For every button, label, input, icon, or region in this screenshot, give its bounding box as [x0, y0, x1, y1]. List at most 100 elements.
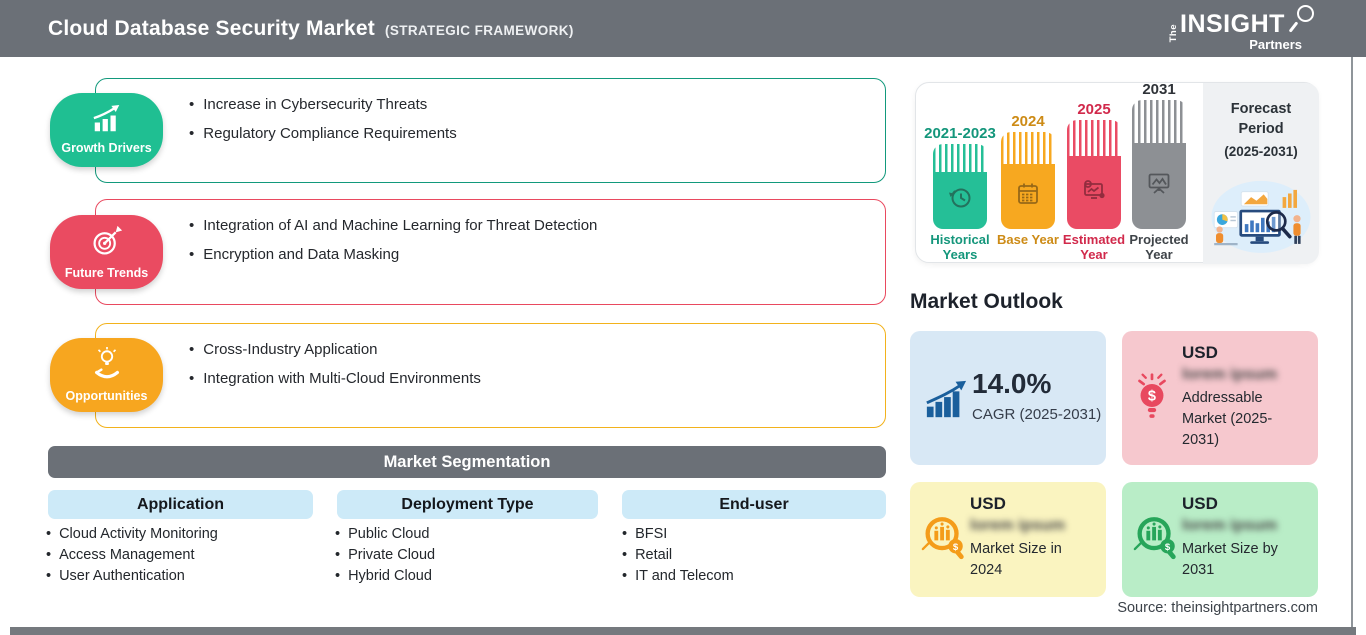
- growth-chart-icon: [89, 105, 125, 138]
- bar-stripe: [1132, 100, 1186, 143]
- magnifier-icon: [1297, 5, 1314, 22]
- infographic-page: Cloud Database Security Market (STRATEGI…: [0, 0, 1366, 635]
- deployment-type-list: Public Cloud Private Cloud Hybrid Cloud: [335, 524, 435, 587]
- segment-chip-end-user: End-user: [622, 490, 886, 519]
- header-title-wrap: Cloud Database Security Market (STRATEGI…: [48, 17, 574, 41]
- list-item: Access Management: [46, 545, 218, 566]
- list-item: Integration with Multi-Cloud Environment…: [189, 370, 481, 388]
- list-item: Retail: [622, 545, 734, 566]
- calendar-icon: [1015, 181, 1041, 212]
- list-item: Integration of AI and Machine Learning f…: [189, 217, 597, 235]
- target-icon: [90, 225, 123, 263]
- brand-logo: The INSIGHT Partners: [1168, 5, 1314, 52]
- chip-label: End-user: [719, 495, 789, 513]
- bar-stripe: [933, 144, 987, 173]
- svg-text:$: $: [1165, 542, 1171, 553]
- card-text: USD lorem ipsum Market Size by 2031: [1182, 494, 1308, 581]
- badge-label: Opportunities: [65, 389, 148, 403]
- list-item: Hybrid Cloud: [335, 566, 435, 587]
- market-size-2031-card: $ USD lorem ipsum Market Size by 2031: [1122, 482, 1318, 597]
- end-user-list: BFSI Retail IT and Telecom: [622, 524, 734, 587]
- cagr-card: 14.0% CAGR (2025-2031): [910, 331, 1106, 465]
- timeline-bar-label: Historical Years: [930, 232, 990, 262]
- bulb-hand-icon: [90, 347, 124, 386]
- timeline-bar-label: Projected Year: [1129, 232, 1189, 262]
- page-title: Cloud Database Security Market: [48, 16, 375, 40]
- base-year-bar: [1001, 132, 1055, 229]
- list-item: Increase in Cybersecurity Threats: [189, 96, 457, 114]
- source-attribution: Source: theinsightpartners.com: [1117, 600, 1318, 616]
- market-segmentation-bar: Market Segmentation: [48, 446, 886, 478]
- currency-label: USD: [1182, 343, 1218, 362]
- bar-stripe: [1067, 120, 1121, 156]
- future-trends-badge: Future Trends: [50, 215, 163, 289]
- card-label: Addressable Market (2025-2031): [1182, 390, 1273, 449]
- opportunities-badge: Opportunities: [50, 338, 163, 412]
- analytics-illustration: [1207, 177, 1315, 260]
- list-item: Encryption and Data Masking: [189, 246, 597, 264]
- bar-body: [1132, 142, 1186, 229]
- segmentation-title: Market Segmentation: [383, 452, 551, 471]
- card-text: USD lorem ipsum Addressable Market (2025…: [1182, 343, 1308, 451]
- growth-bars-icon: [924, 379, 968, 424]
- badge-label: Growth Drivers: [61, 141, 152, 155]
- right-border-line: [1351, 57, 1353, 629]
- magnifier-chart-icon-green: $: [1131, 512, 1181, 567]
- card-label: Market Size in 2024: [970, 541, 1062, 579]
- list-item: Cloud Activity Monitoring: [46, 524, 218, 545]
- forecast-range: (2025-2031): [1224, 143, 1298, 159]
- analysis-gear-icon: [1081, 177, 1107, 208]
- opportunities-list: Cross-Industry Application Integration w…: [189, 341, 481, 399]
- list-item: Regulatory Compliance Requirements: [189, 125, 456, 143]
- timeline-year: 2025: [1077, 101, 1111, 118]
- list-item: Cross-Industry Application: [189, 341, 481, 359]
- badge-label: Future Trends: [64, 265, 149, 280]
- blurred-value: lorem ipsum: [1182, 517, 1278, 534]
- svg-text:$: $: [1148, 389, 1156, 405]
- blurred-value: lorem ipsum: [970, 517, 1066, 534]
- timeline-year: 2031: [1142, 81, 1176, 98]
- timeline-panel: 2021-2023 2024 2025 2031 Historical Year…: [915, 81, 1319, 264]
- header-bar: Cloud Database Security Market (STRATEGI…: [0, 0, 1366, 57]
- list-item: BFSI: [622, 524, 734, 545]
- logo-partners: Partners: [1249, 37, 1302, 52]
- list-item: User Authentication: [46, 566, 218, 587]
- bar-stripe: [1001, 132, 1055, 164]
- list-item: Public Cloud: [335, 524, 435, 545]
- segment-chip-application: Application: [48, 490, 313, 519]
- market-outlook-title: Market Outlook: [910, 290, 1063, 313]
- cagr-label: CAGR (2025-2031): [972, 406, 1102, 423]
- list-item: Private Cloud: [335, 545, 435, 566]
- chip-label: Application: [136, 495, 225, 513]
- future-trends-list: Integration of AI and Machine Learning f…: [189, 217, 597, 275]
- card-label: Market Size by 2031: [1182, 541, 1278, 579]
- forecast-period-panel: Forecast Period (2025-2031): [1203, 83, 1319, 264]
- history-clock-icon: [947, 185, 973, 216]
- bulb-dollar-icon: $: [1131, 371, 1173, 426]
- future-trends-box: Integration of AI and Machine Learning f…: [95, 199, 886, 305]
- historical-years-bar: [933, 144, 987, 229]
- growth-drivers-list: Increase in Cybersecurity Threats Regula…: [189, 96, 457, 154]
- growth-drivers-badge: Growth Drivers: [50, 93, 163, 167]
- application-list: Cloud Activity Monitoring Access Managem…: [46, 524, 218, 587]
- estimated-year-bar: [1067, 120, 1121, 229]
- projection-board-icon: [1146, 170, 1172, 201]
- opportunities-box: Cross-Industry Application Integration w…: [95, 323, 886, 428]
- currency-label: USD: [970, 494, 1006, 513]
- bar-body: [1001, 164, 1055, 229]
- currency-label: USD: [1182, 494, 1218, 513]
- magnifier-chart-icon-orange: $: [919, 512, 969, 567]
- forecast-title: Forecast Period: [1230, 101, 1292, 138]
- projected-year-bar: [1132, 100, 1186, 229]
- chip-label: Deployment Type: [401, 495, 534, 513]
- logo-the: The: [1168, 23, 1179, 42]
- cagr-value: 14.0%: [972, 368, 1052, 399]
- bar-body: [933, 172, 987, 229]
- card-text: USD lorem ipsum Market Size in 2024: [970, 494, 1096, 581]
- blurred-value: lorem ipsum: [1182, 366, 1278, 383]
- growth-drivers-box: Increase in Cybersecurity Threats Regula…: [95, 78, 886, 183]
- logo-insight: INSIGHT: [1180, 10, 1285, 38]
- bar-body: [1067, 155, 1121, 229]
- page-subtitle: (STRATEGIC FRAMEWORK): [384, 22, 574, 38]
- market-size-2024-card: $ USD lorem ipsum Market Size in 2024: [910, 482, 1106, 597]
